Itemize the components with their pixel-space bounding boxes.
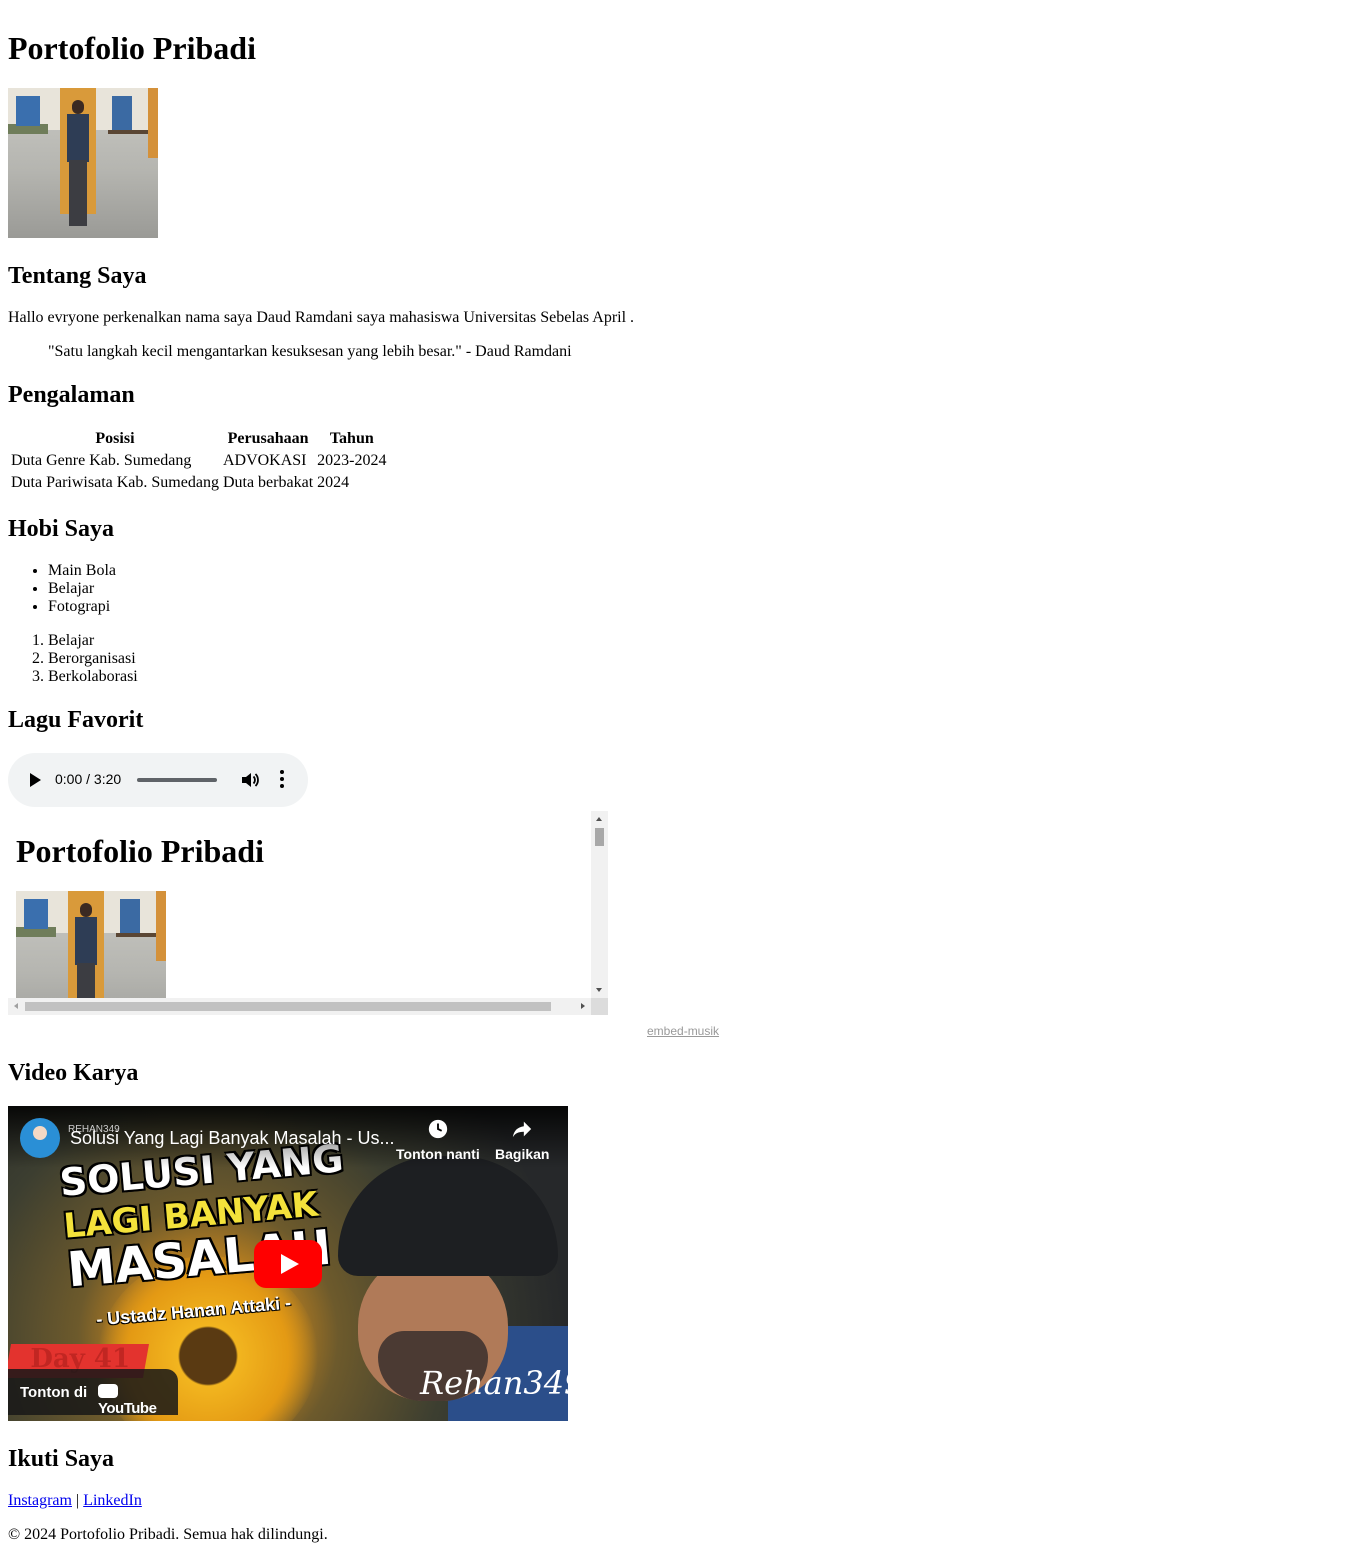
experience-table: Posisi Perusahaan Tahun Duta Genre Kab. … bbox=[8, 427, 389, 495]
channel-avatar[interactable] bbox=[20, 1118, 60, 1158]
col-perusahaan: Perusahaan bbox=[227, 430, 309, 447]
cell-tahun: 2023-2024 bbox=[317, 452, 387, 469]
cell-perusahaan: ADVOKASI bbox=[222, 452, 307, 469]
volume-icon[interactable] bbox=[240, 771, 260, 789]
thumbnail-signature: Rehan349 bbox=[420, 1364, 568, 1402]
video-title[interactable]: Solusi Yang Lagi Banyak Masalah - Us... bbox=[70, 1128, 395, 1149]
horizontal-scrollbar[interactable] bbox=[8, 998, 591, 1015]
watch-on-label: Tonton di bbox=[20, 1384, 88, 1401]
profile-photo bbox=[8, 88, 158, 238]
scroll-left-icon[interactable] bbox=[14, 1003, 18, 1009]
instagram-link[interactable]: Instagram bbox=[8, 1492, 72, 1509]
table-header-row: Posisi Perusahaan Tahun bbox=[10, 429, 387, 449]
social-heading: Ikuti Saya bbox=[8, 1446, 115, 1472]
scrollbar-corner bbox=[591, 998, 608, 1015]
play-button[interactable] bbox=[254, 1240, 322, 1288]
list-item: Main Bola bbox=[48, 562, 116, 580]
cell-posisi: Duta Pariwisata Kab. Sumedang bbox=[11, 474, 219, 491]
footer-copyright: © 2024 Portofolio Pribadi. Semua hak dil… bbox=[8, 1526, 328, 1543]
audio-player[interactable]: 0:00 / 3:20 bbox=[8, 753, 308, 807]
cell-tahun: 2024 bbox=[317, 474, 350, 491]
scroll-right-icon[interactable] bbox=[581, 1003, 585, 1009]
play-icon[interactable] bbox=[30, 773, 41, 787]
social-links: Instagram | LinkedIn bbox=[8, 1492, 142, 1510]
page-title: Portofolio Pribadi bbox=[8, 30, 256, 66]
table-row: Duta Pariwisata Kab. Sumedang Duta berba… bbox=[10, 473, 387, 493]
table-row: Duta Genre Kab. Sumedang ADVOKASI 2023-2… bbox=[10, 451, 387, 471]
more-options-icon[interactable] bbox=[280, 770, 284, 790]
share-icon bbox=[513, 1121, 532, 1138]
vertical-scrollbar[interactable] bbox=[591, 811, 608, 998]
col-tahun: Tahun bbox=[329, 430, 374, 447]
watch-on-youtube-button[interactable]: Tonton di YouTube bbox=[8, 1369, 178, 1417]
about-text: Hallo evryone perkenalkan nama saya Daud… bbox=[8, 309, 635, 326]
embedded-frame[interactable]: Portofolio Pribadi bbox=[8, 811, 608, 1015]
quote: "Satu langkah kecil mengantarkan kesukse… bbox=[48, 343, 572, 360]
cell-perusahaan: Duta berbakat bbox=[222, 474, 314, 491]
embed-music-link[interactable]: embed-musik bbox=[647, 1024, 719, 1038]
video-heading: Video Karya bbox=[8, 1060, 139, 1086]
share-button[interactable]: Bagikan bbox=[495, 1118, 549, 1162]
youtube-logo: YouTube bbox=[98, 1383, 178, 1417]
list-item: Fotograpi bbox=[48, 598, 116, 616]
experience-heading: Pengalaman bbox=[8, 382, 135, 408]
list-item: Belajar bbox=[48, 632, 138, 650]
music-heading: Lagu Favorit bbox=[8, 707, 144, 733]
scroll-up-icon[interactable] bbox=[596, 817, 602, 821]
watch-later-button[interactable]: Tonton nanti bbox=[396, 1118, 480, 1162]
audio-time: 0:00 / 3:20 bbox=[55, 771, 122, 787]
col-posisi: Posisi bbox=[95, 430, 135, 447]
scrollbar-thumb[interactable] bbox=[595, 828, 604, 846]
hobby-ordered-list: Belajar Berorganisasi Berkolaborasi bbox=[8, 632, 138, 686]
linkedin-link[interactable]: LinkedIn bbox=[83, 1492, 142, 1509]
hobby-bullet-list: Main Bola Belajar Fotograpi bbox=[8, 562, 116, 616]
about-heading: Tentang Saya bbox=[8, 263, 147, 289]
embed-profile-photo bbox=[16, 891, 166, 998]
scrollbar-thumb[interactable] bbox=[25, 1002, 551, 1011]
link-separator: | bbox=[75, 1492, 80, 1509]
scroll-down-icon[interactable] bbox=[596, 988, 602, 992]
hobbies-heading: Hobi Saya bbox=[8, 516, 115, 542]
embed-page-title: Portofolio Pribadi bbox=[16, 833, 264, 869]
list-item: Berkolaborasi bbox=[48, 668, 138, 686]
list-item: Berorganisasi bbox=[48, 650, 138, 668]
youtube-embed[interactable]: SOLUSI YANG LAGI BANYAK MASALAH - Ustadz… bbox=[8, 1106, 568, 1421]
audio-progress-slider[interactable] bbox=[137, 778, 217, 782]
cell-posisi: Duta Genre Kab. Sumedang bbox=[11, 452, 192, 469]
list-item: Belajar bbox=[48, 580, 116, 598]
clock-icon bbox=[428, 1119, 448, 1139]
